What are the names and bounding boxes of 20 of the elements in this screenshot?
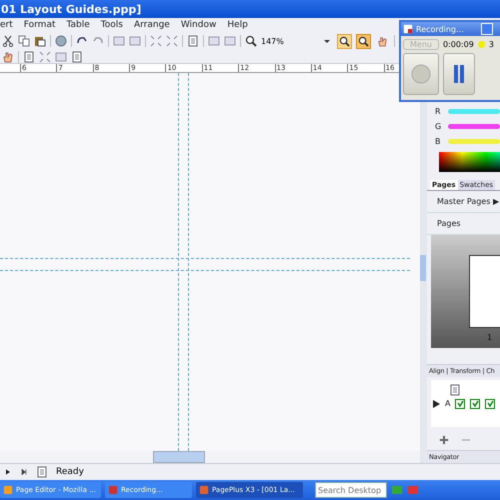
page-number: 1	[487, 332, 492, 342]
channel-label: G	[435, 122, 442, 131]
menu-item[interactable]: Arrange	[134, 20, 170, 30]
window-title: 01 Layout Guides.ppp]	[0, 2, 142, 16]
status-text: Ready	[56, 467, 84, 477]
channel-label: R	[435, 107, 441, 116]
channel-label: B	[435, 137, 440, 146]
section-label: Pages	[437, 219, 461, 228]
menu-item[interactable]: Table	[66, 20, 90, 30]
menu-item[interactable]: Format	[24, 20, 56, 30]
menu-item[interactable]: Help	[227, 20, 248, 30]
menu-item[interactable]: Window	[180, 20, 216, 30]
counter-text: 3	[488, 40, 494, 49]
elapsed-time: 0:00:09	[442, 40, 474, 49]
layer-name[interactable]: A	[445, 399, 450, 408]
master-pages-link[interactable]: Master Pages ▶	[437, 197, 500, 206]
menu-item[interactable]: Tools	[100, 20, 123, 30]
menu-item[interactable]: ert	[0, 20, 13, 30]
search-field[interactable]: Search Desktop	[315, 482, 387, 498]
window-title: Recording...	[416, 24, 464, 34]
